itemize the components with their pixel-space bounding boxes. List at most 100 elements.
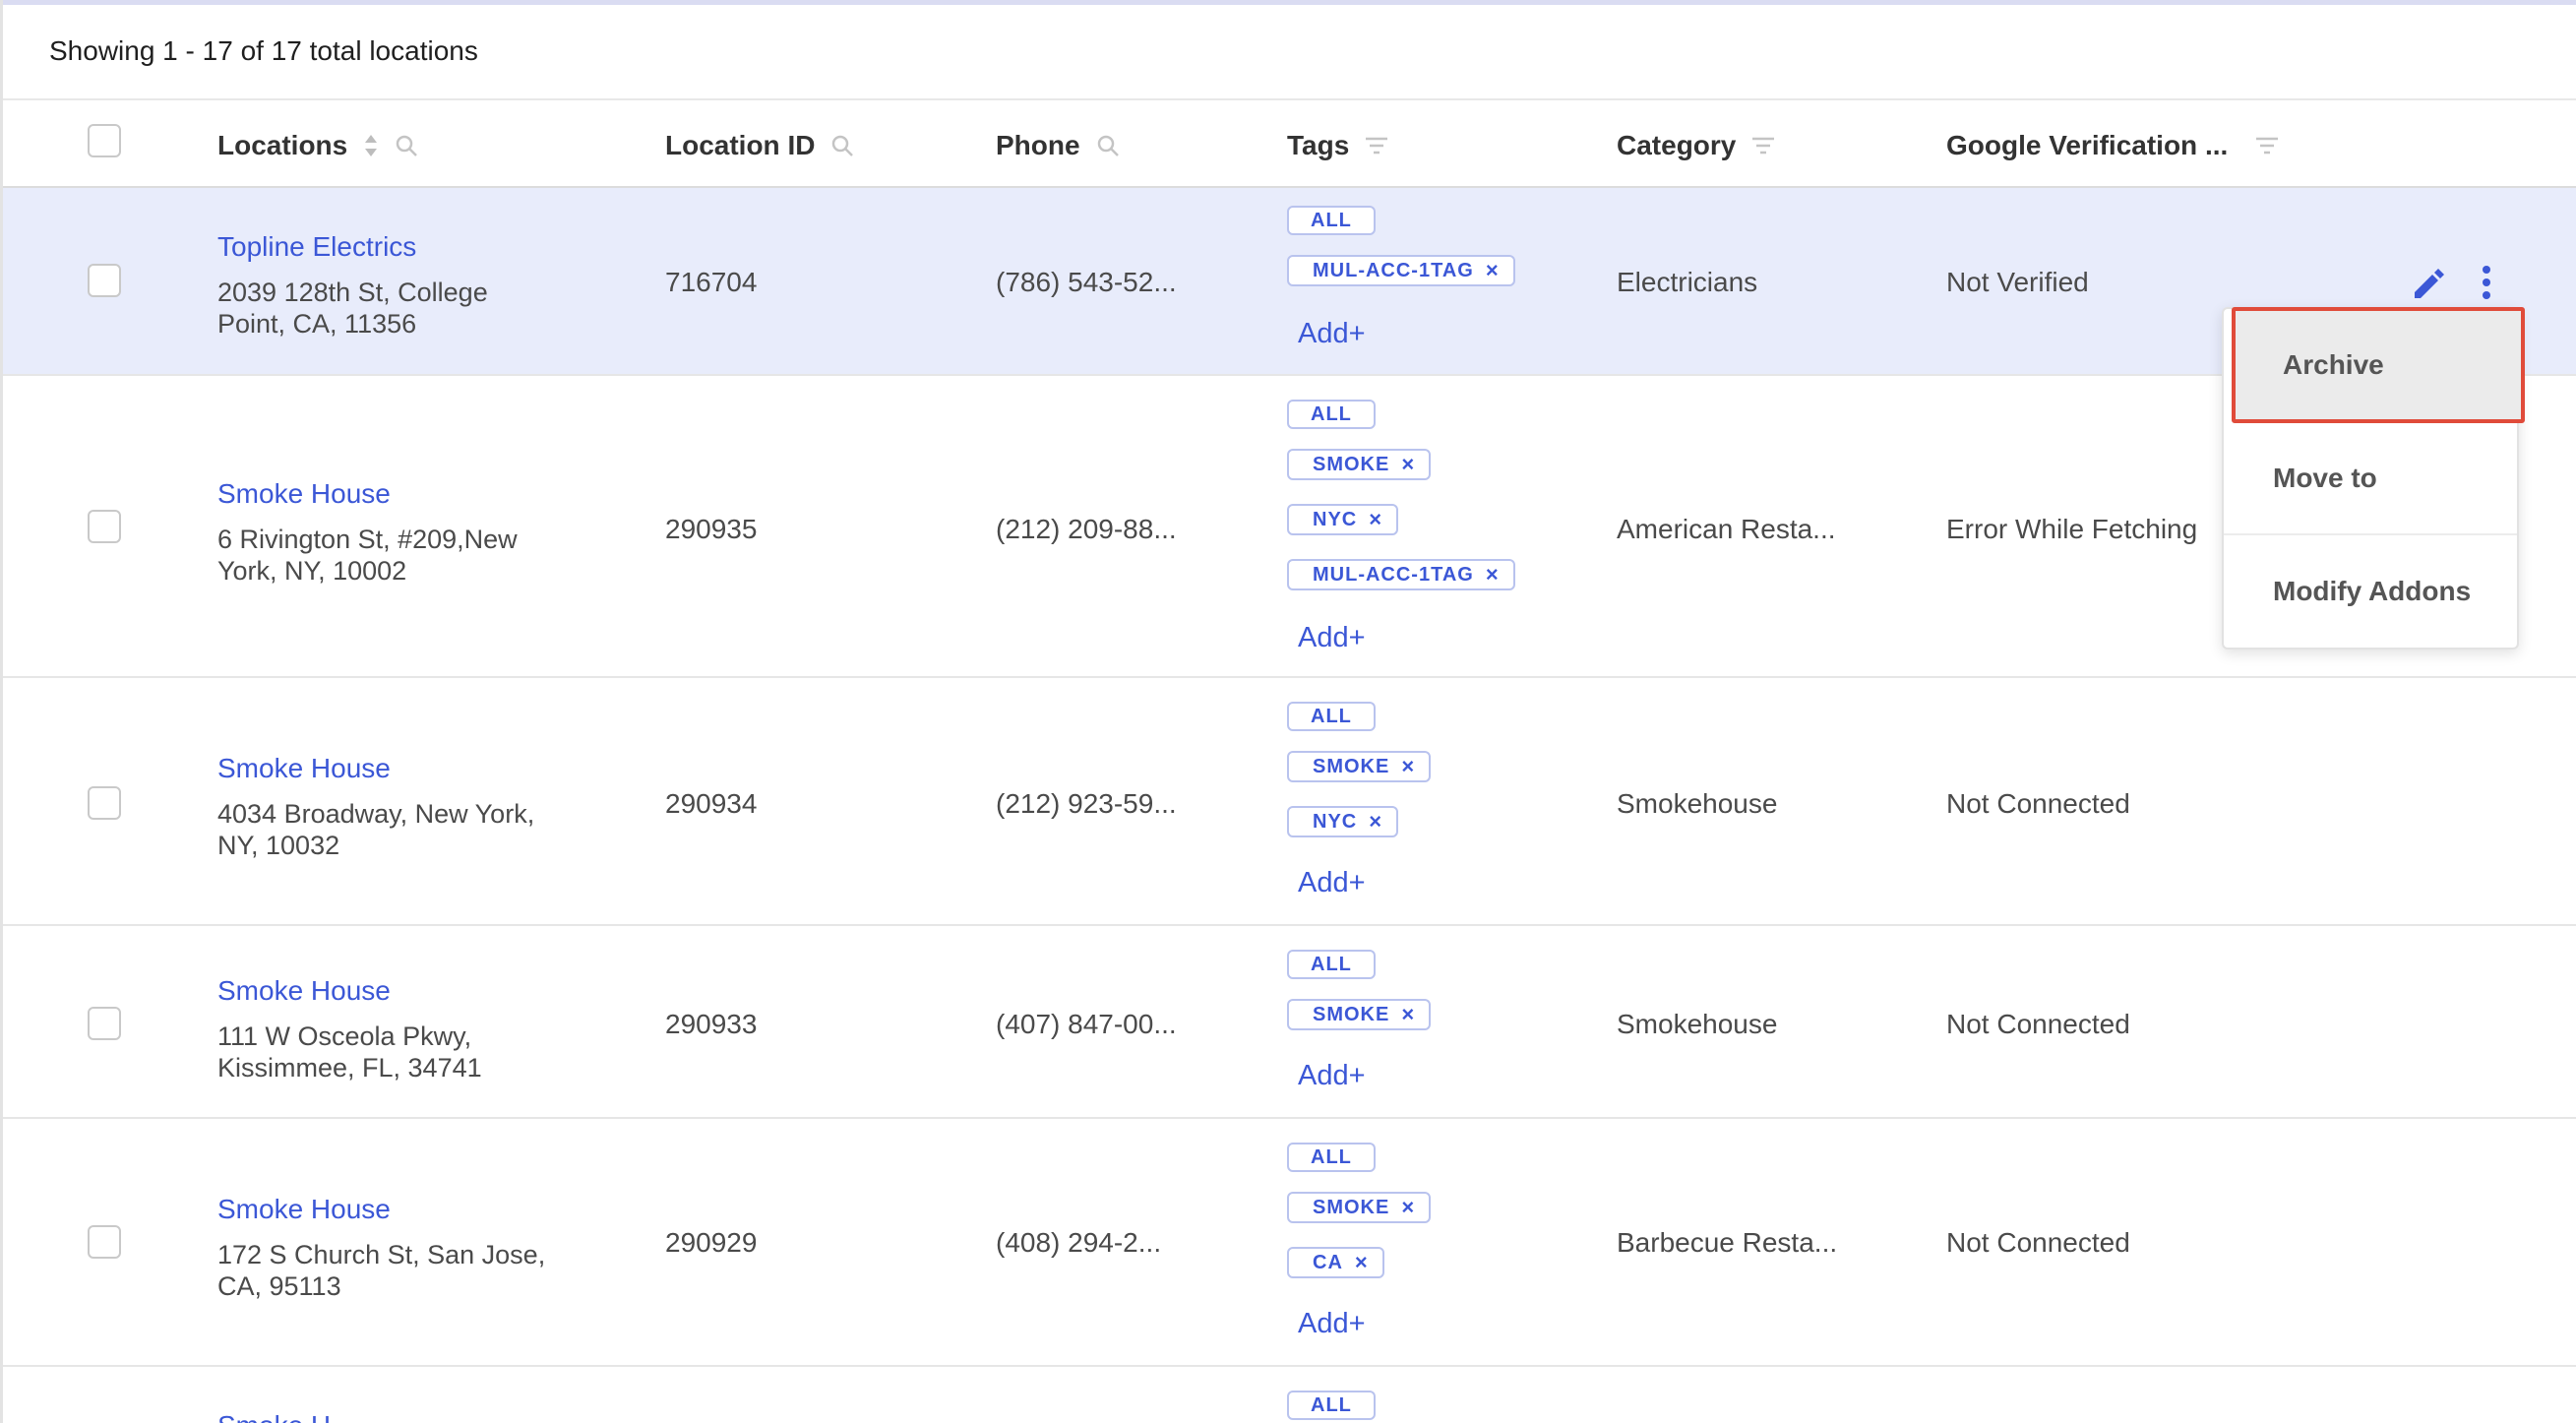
location-address: 2039 128th St, College Point, CA, 11356 [217,277,591,340]
location-name-link[interactable]: Smoke House [217,478,391,510]
column-header-tags[interactable]: Tags [1287,130,1388,161]
remove-tag-icon[interactable]: × [1486,562,1500,588]
remove-tag-icon[interactable]: × [1369,507,1382,532]
location-id: 290933 [665,1009,758,1039]
tag-label: ALL [1311,953,1352,975]
row-checkbox[interactable] [88,1225,121,1259]
location-name-link[interactable]: Smoke H... [217,1410,353,1423]
add-tag-link[interactable]: Add+ [1298,867,1366,899]
column-header-phone[interactable]: Phone [996,130,1120,161]
location-name-link[interactable]: Smoke House [217,1194,391,1225]
verification-status: Not Connected [1946,1009,2130,1039]
verification-status: Error While Fetching [1946,514,2198,544]
location-id: 290929 [665,1227,758,1258]
search-icon[interactable] [1096,134,1120,157]
location-name-link[interactable]: Smoke House [217,753,391,784]
tag-chip[interactable]: MUL-ACC-1TAG × [1287,559,1515,590]
column-header-google-verification[interactable]: Google Verification ... [1946,130,2279,161]
column-header-locations[interactable]: Locations [217,130,418,161]
location-name-link[interactable]: Topline Electrics [217,231,416,263]
tag-label: ALL [1311,1393,1352,1416]
tag-chip[interactable]: SMOKE × [1287,751,1432,782]
tag-label: ALL [1311,1145,1352,1168]
table-header: Locations Location ID Phone Tags Categor… [3,100,2576,187]
address-line: 111 W Osceola Pkwy, [217,1021,472,1051]
add-tag-link[interactable]: Add+ [1298,1308,1366,1340]
row-checkbox[interactable] [88,264,121,297]
table-row[interactable]: Smoke House 4034 Broadway, New York, NY,… [3,678,2576,926]
column-header-category[interactable]: Category [1617,130,1775,161]
tag-chip[interactable]: NYC × [1287,504,1399,535]
row-checkbox[interactable] [88,1007,121,1040]
filter-icon[interactable] [1751,136,1775,155]
tag-label: SMOKE [1313,1196,1390,1218]
select-all-checkbox[interactable] [88,124,121,157]
top-border [0,0,2576,5]
table-row[interactable]: Smoke House 111 W Osceola Pkwy, Kissimme… [3,926,2576,1119]
tag-chip[interactable]: SMOKE × [1287,999,1432,1030]
row-actions-menu: Archive Move to Modify Addons [2222,307,2525,650]
address-line: 6 Rivington St, #209,New [217,525,518,554]
edit-pencil-icon[interactable] [2409,263,2448,307]
tag-chip[interactable]: ALL [1287,950,1376,979]
table-row[interactable]: Smoke House 172 S Church St, San Jose, C… [3,1119,2576,1367]
address-line: 172 S Church St, San Jose, [217,1240,546,1269]
tag-chip[interactable]: ALL [1287,1391,1376,1420]
table-row[interactable]: Topline Electrics 2039 128th St, College… [3,188,2576,376]
tag-chip[interactable]: NYC × [1287,806,1399,837]
location-address: 111 W Osceola Pkwy, Kissimmee, FL, 34741 [217,1021,591,1083]
category: Smokehouse [1617,788,1778,819]
column-header-label: Tags [1287,130,1350,160]
remove-tag-icon[interactable]: × [1401,452,1415,477]
tag-chip[interactable]: CA × [1287,1247,1384,1278]
location-address: 4034 Broadway, New York, NY, 10032 [217,798,591,861]
filter-icon[interactable] [1365,136,1388,155]
table-row[interactable]: Smoke House 6 Rivington St, #209,New Yor… [3,376,2576,678]
verification-status: Not Connected [1946,1227,2130,1258]
menu-item-archive[interactable]: Archive [2232,307,2525,423]
add-tag-link[interactable]: Add+ [1298,1060,1366,1092]
phone-number: (407) 847-00... [996,1009,1177,1039]
remove-tag-icon[interactable]: × [1401,1195,1415,1220]
menu-item-move-to[interactable]: Move to [2224,423,2517,535]
category: Smokehouse [1617,1009,1778,1039]
menu-item-label: Archive [2283,349,2384,380]
filter-icon[interactable] [2255,136,2279,155]
row-checkbox[interactable] [88,510,121,543]
more-options-icon[interactable] [2480,265,2493,305]
tag-chip[interactable]: ALL [1287,702,1376,731]
sort-icon[interactable] [363,133,379,158]
tag-chip[interactable]: ALL [1287,1143,1376,1172]
row-checkbox[interactable] [88,786,121,820]
remove-tag-icon[interactable]: × [1401,1002,1415,1027]
menu-item-modify-addons[interactable]: Modify Addons [2224,535,2517,648]
address-line: 4034 Broadway, New York, [217,799,535,829]
tag-label: SMOKE [1313,755,1390,777]
tag-chip[interactable]: SMOKE × [1287,449,1432,480]
category: Barbecue Resta... [1617,1227,1838,1258]
remove-tag-icon[interactable]: × [1401,754,1415,779]
tag-chip[interactable]: ALL [1287,400,1376,429]
column-header-location-id[interactable]: Location ID [665,130,854,161]
location-name-link[interactable]: Smoke House [217,975,391,1007]
address-line: 2039 128th St, College [217,278,488,307]
column-header-label: Phone [996,130,1080,160]
add-tag-link[interactable]: Add+ [1298,318,1366,350]
remove-tag-icon[interactable]: × [1486,258,1500,283]
phone-number: (212) 923-59... [996,788,1177,819]
search-icon[interactable] [395,134,418,157]
tag-chip[interactable]: ALL [1287,206,1376,235]
tag-label: ALL [1311,705,1352,727]
tag-label: SMOKE [1313,1003,1390,1025]
address-line: Kissimmee, FL, 34741 [217,1053,482,1083]
remove-tag-icon[interactable]: × [1355,1250,1369,1275]
verification-status: Not Connected [1946,788,2130,819]
tag-label: NYC [1313,810,1358,833]
remove-tag-icon[interactable]: × [1369,809,1382,835]
tag-chip[interactable]: SMOKE × [1287,1192,1432,1223]
add-tag-link[interactable]: Add+ [1298,622,1366,654]
search-icon[interactable] [830,134,854,157]
table-row[interactable]: Smoke H... ALL [3,1367,2576,1423]
location-address: 172 S Church St, San Jose, CA, 95113 [217,1239,591,1302]
tag-chip[interactable]: MUL-ACC-1TAG × [1287,255,1515,286]
